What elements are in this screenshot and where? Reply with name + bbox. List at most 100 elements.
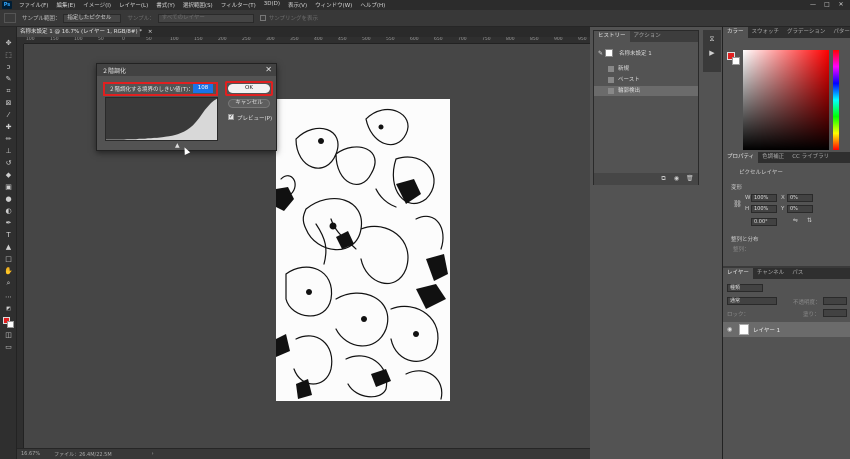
zoom-tool-icon[interactable]: ⌕ (3, 279, 14, 288)
tab-cc-libraries[interactable]: CC ライブラリ (788, 152, 833, 163)
layer-visibility-eye-icon[interactable]: ◉ (727, 326, 732, 333)
flip-vertical-icon[interactable]: ⇅ (807, 217, 812, 224)
tab-color[interactable]: カラー (723, 27, 748, 38)
menu-item[interactable]: ヘルプ(H) (356, 1, 389, 9)
default-colors-icon[interactable]: ◩ (3, 305, 14, 314)
tab-patterns[interactable]: パターン (829, 27, 850, 38)
healing-brush-tool-icon[interactable]: ✚ (3, 123, 14, 132)
vertical-ruler[interactable] (17, 44, 24, 448)
menu-item[interactable]: レイヤー(L) (115, 1, 152, 9)
tab-gradients[interactable]: グラデーション (783, 27, 829, 38)
document-artwork[interactable] (276, 99, 450, 401)
type-tool-icon[interactable]: T (3, 231, 14, 240)
menu-item[interactable]: フィルター(T) (217, 1, 260, 9)
menu-item[interactable]: ウィンドウ(W) (311, 1, 356, 9)
x-input[interactable]: 0% (787, 194, 813, 202)
new-document-from-state-icon[interactable]: ⧉ (660, 175, 667, 182)
history-item[interactable]: ペースト (594, 75, 698, 85)
flip-horizontal-icon[interactable]: ⇋ (793, 217, 798, 224)
horizontal-ruler[interactable]: 100 150 100 50 0 50 100 150 200 250 300 350 400 450 50… (24, 37, 590, 44)
angle-input[interactable]: 0.00° (751, 218, 777, 226)
tab-properties[interactable]: プロパティ (723, 152, 759, 163)
hand-tool-icon[interactable]: ✋ (3, 267, 14, 276)
history-brush-tool-icon[interactable]: ↺ (3, 159, 14, 168)
document-tab-close-icon[interactable]: × (148, 29, 153, 35)
menu-item[interactable]: 表示(V) (284, 1, 311, 9)
threshold-slider-handle[interactable]: ▲ (175, 142, 180, 149)
tab-actions[interactable]: アクション (630, 31, 665, 42)
close-window-button[interactable]: ✕ (834, 0, 848, 10)
photoshop-logo-icon[interactable]: Ps (2, 1, 12, 9)
new-snapshot-icon[interactable]: ◉ (673, 175, 680, 182)
crop-tool-icon[interactable]: ⌗ (3, 87, 14, 96)
maximize-button[interactable]: □ (820, 0, 834, 10)
layer-kind-filter[interactable]: 種類 (727, 284, 763, 292)
blend-mode-select[interactable]: 通常 (727, 297, 777, 305)
sample-range-select[interactable]: 指定したピクセル (63, 13, 122, 23)
threshold-value-input[interactable]: 108 (193, 84, 213, 93)
path-select-tool-icon[interactable]: ▲ (3, 243, 14, 252)
menu-item[interactable]: 選択範囲(S) (179, 1, 217, 9)
frame-tool-icon[interactable]: ⊠ (3, 99, 14, 108)
width-input[interactable]: 100% (751, 194, 777, 202)
opacity-input[interactable] (823, 297, 847, 305)
show-ring-checkbox[interactable] (259, 15, 266, 21)
background-color-swatch[interactable] (7, 321, 14, 328)
cancel-button[interactable]: キャンセル (228, 99, 270, 108)
transform-section-title[interactable]: 変形 (731, 183, 742, 191)
hue-slider[interactable] (833, 50, 839, 150)
history-panel-icon[interactable]: ⧖ (707, 34, 717, 44)
ruler-origin[interactable] (17, 37, 24, 44)
quick-mask-icon[interactable]: ◫ (3, 331, 14, 340)
document-tab[interactable]: 名称未設定 1 @ 16.7% (レイヤー 1, RGB/8#) * × (17, 27, 153, 37)
preview-checkbox[interactable]: ✓ (228, 114, 234, 120)
tab-paths[interactable]: パス (788, 268, 807, 279)
panel-background-swatch[interactable] (732, 57, 740, 65)
rectangle-tool-icon[interactable]: □ (3, 255, 14, 264)
dialog-close-icon[interactable]: ✕ (265, 65, 272, 74)
status-menu-arrow-icon[interactable]: › (152, 451, 154, 457)
marquee-tool-icon[interactable]: ⬚ (3, 51, 14, 60)
menu-item[interactable]: 書式(Y) (152, 1, 179, 9)
color-picker-field[interactable] (743, 50, 829, 150)
menu-item[interactable]: 編集(E) (52, 1, 79, 9)
gradient-tool-icon[interactable]: ▣ (3, 183, 14, 192)
more-tools-icon[interactable]: ⋯ (3, 293, 14, 302)
eyedropper-tool-preset-button[interactable] (4, 13, 16, 23)
screen-mode-icon[interactable]: ▭ (3, 343, 14, 352)
dialog-titlebar[interactable]: ２階調化 ✕ (97, 64, 276, 76)
tab-swatches[interactable]: スウォッチ (748, 27, 784, 38)
history-snapshot[interactable]: ✎ 名称未設定 1 (598, 49, 652, 57)
clone-stamp-tool-icon[interactable]: ⊥ (3, 147, 14, 156)
menu-item[interactable]: 3D(D) (260, 1, 284, 9)
y-input[interactable]: 0% (787, 205, 813, 213)
brush-tool-icon[interactable]: ✏ (3, 135, 14, 144)
dodge-tool-icon[interactable]: ◐ (3, 207, 14, 216)
tab-adjustments[interactable]: 色調補正 (758, 152, 788, 163)
blur-tool-icon[interactable]: ● (3, 195, 14, 204)
height-input[interactable]: 100% (751, 205, 777, 213)
align-section-title[interactable]: 整列と分布 (731, 235, 759, 243)
eyedropper-tool-icon[interactable]: ⁄ (3, 111, 14, 120)
lasso-tool-icon[interactable]: ↄ (3, 63, 14, 72)
delete-state-icon[interactable]: 🗑 (686, 175, 694, 182)
actions-panel-icon[interactable]: ▶ (707, 48, 717, 58)
zoom-level[interactable]: 16.67% (21, 451, 40, 457)
eraser-tool-icon[interactable]: ◆ (3, 171, 14, 180)
move-tool-icon[interactable]: ✥ (3, 39, 14, 48)
pen-tool-icon[interactable]: ✒ (3, 219, 14, 228)
quick-select-tool-icon[interactable]: ✎ (3, 75, 14, 84)
history-item[interactable]: 新規 (594, 64, 698, 74)
sample-layers-select[interactable]: すべてのレイヤー (157, 13, 254, 23)
fill-input[interactable] (823, 309, 847, 317)
tab-channels[interactable]: チャンネル (753, 268, 788, 279)
menu-item[interactable]: イメージ(I) (79, 1, 115, 9)
menu-item[interactable]: ファイル(F) (15, 1, 52, 9)
ok-button[interactable]: OK (228, 84, 270, 93)
tab-layers[interactable]: レイヤー (723, 268, 753, 279)
minimize-button[interactable]: — (806, 0, 820, 10)
tab-history[interactable]: ヒストリー (594, 31, 630, 42)
layer-row[interactable]: ◉ レイヤー 1 (723, 322, 850, 337)
history-item[interactable]: 輪郭検出 (594, 86, 698, 96)
link-dimensions-icon[interactable]: ⛓ (733, 200, 742, 208)
